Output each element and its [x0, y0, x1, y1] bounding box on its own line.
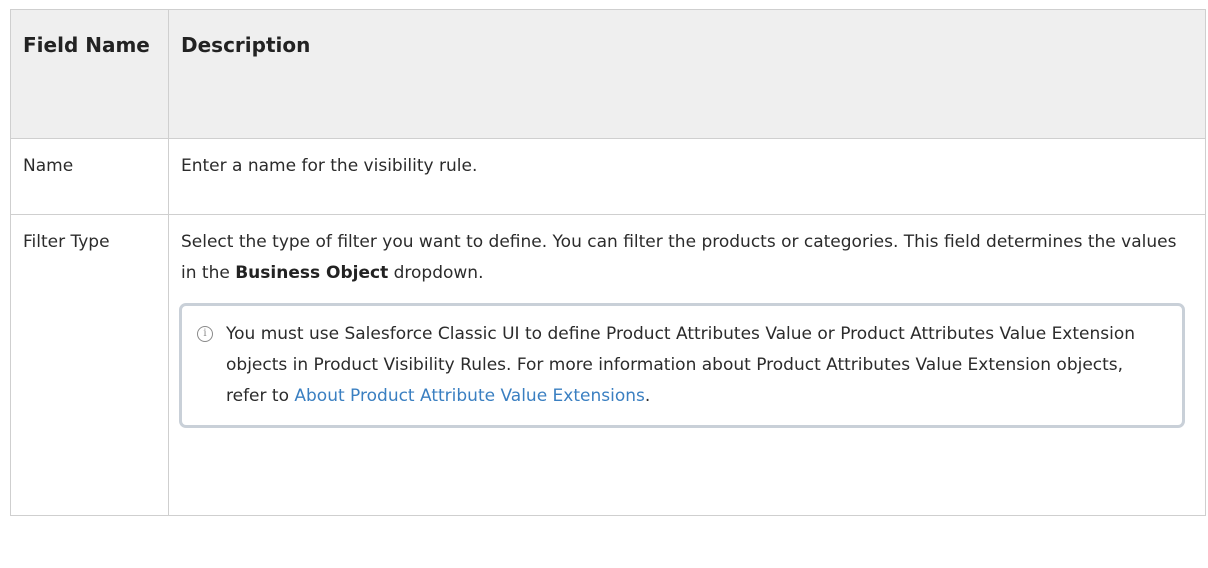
- description-cell: Enter a name for the visibility rule.: [168, 138, 1206, 215]
- header-field-name: Field Name: [10, 9, 169, 139]
- table-header-row: Field Name Description: [10, 9, 1206, 139]
- description-text: Select the type of filter you want to de…: [181, 232, 1177, 283]
- info-icon: i: [197, 326, 213, 342]
- business-object-term: Business Object: [235, 263, 389, 283]
- field-name-cell: Filter Type: [10, 214, 169, 516]
- table-row: Name Enter a name for the visibility rul…: [10, 138, 1206, 215]
- info-note: i You must use Salesforce Classic UI to …: [179, 303, 1185, 428]
- header-description: Description: [168, 9, 1206, 139]
- field-name-cell: Name: [10, 138, 169, 215]
- description-cell: Select the type of filter you want to de…: [168, 214, 1206, 516]
- table-row: Filter Type Select the type of filter yo…: [10, 214, 1206, 516]
- product-attribute-value-extensions-link[interactable]: About Product Attribute Value Extensions: [294, 386, 644, 406]
- field-description-table: Field Name Description Name Enter a name…: [10, 9, 1206, 516]
